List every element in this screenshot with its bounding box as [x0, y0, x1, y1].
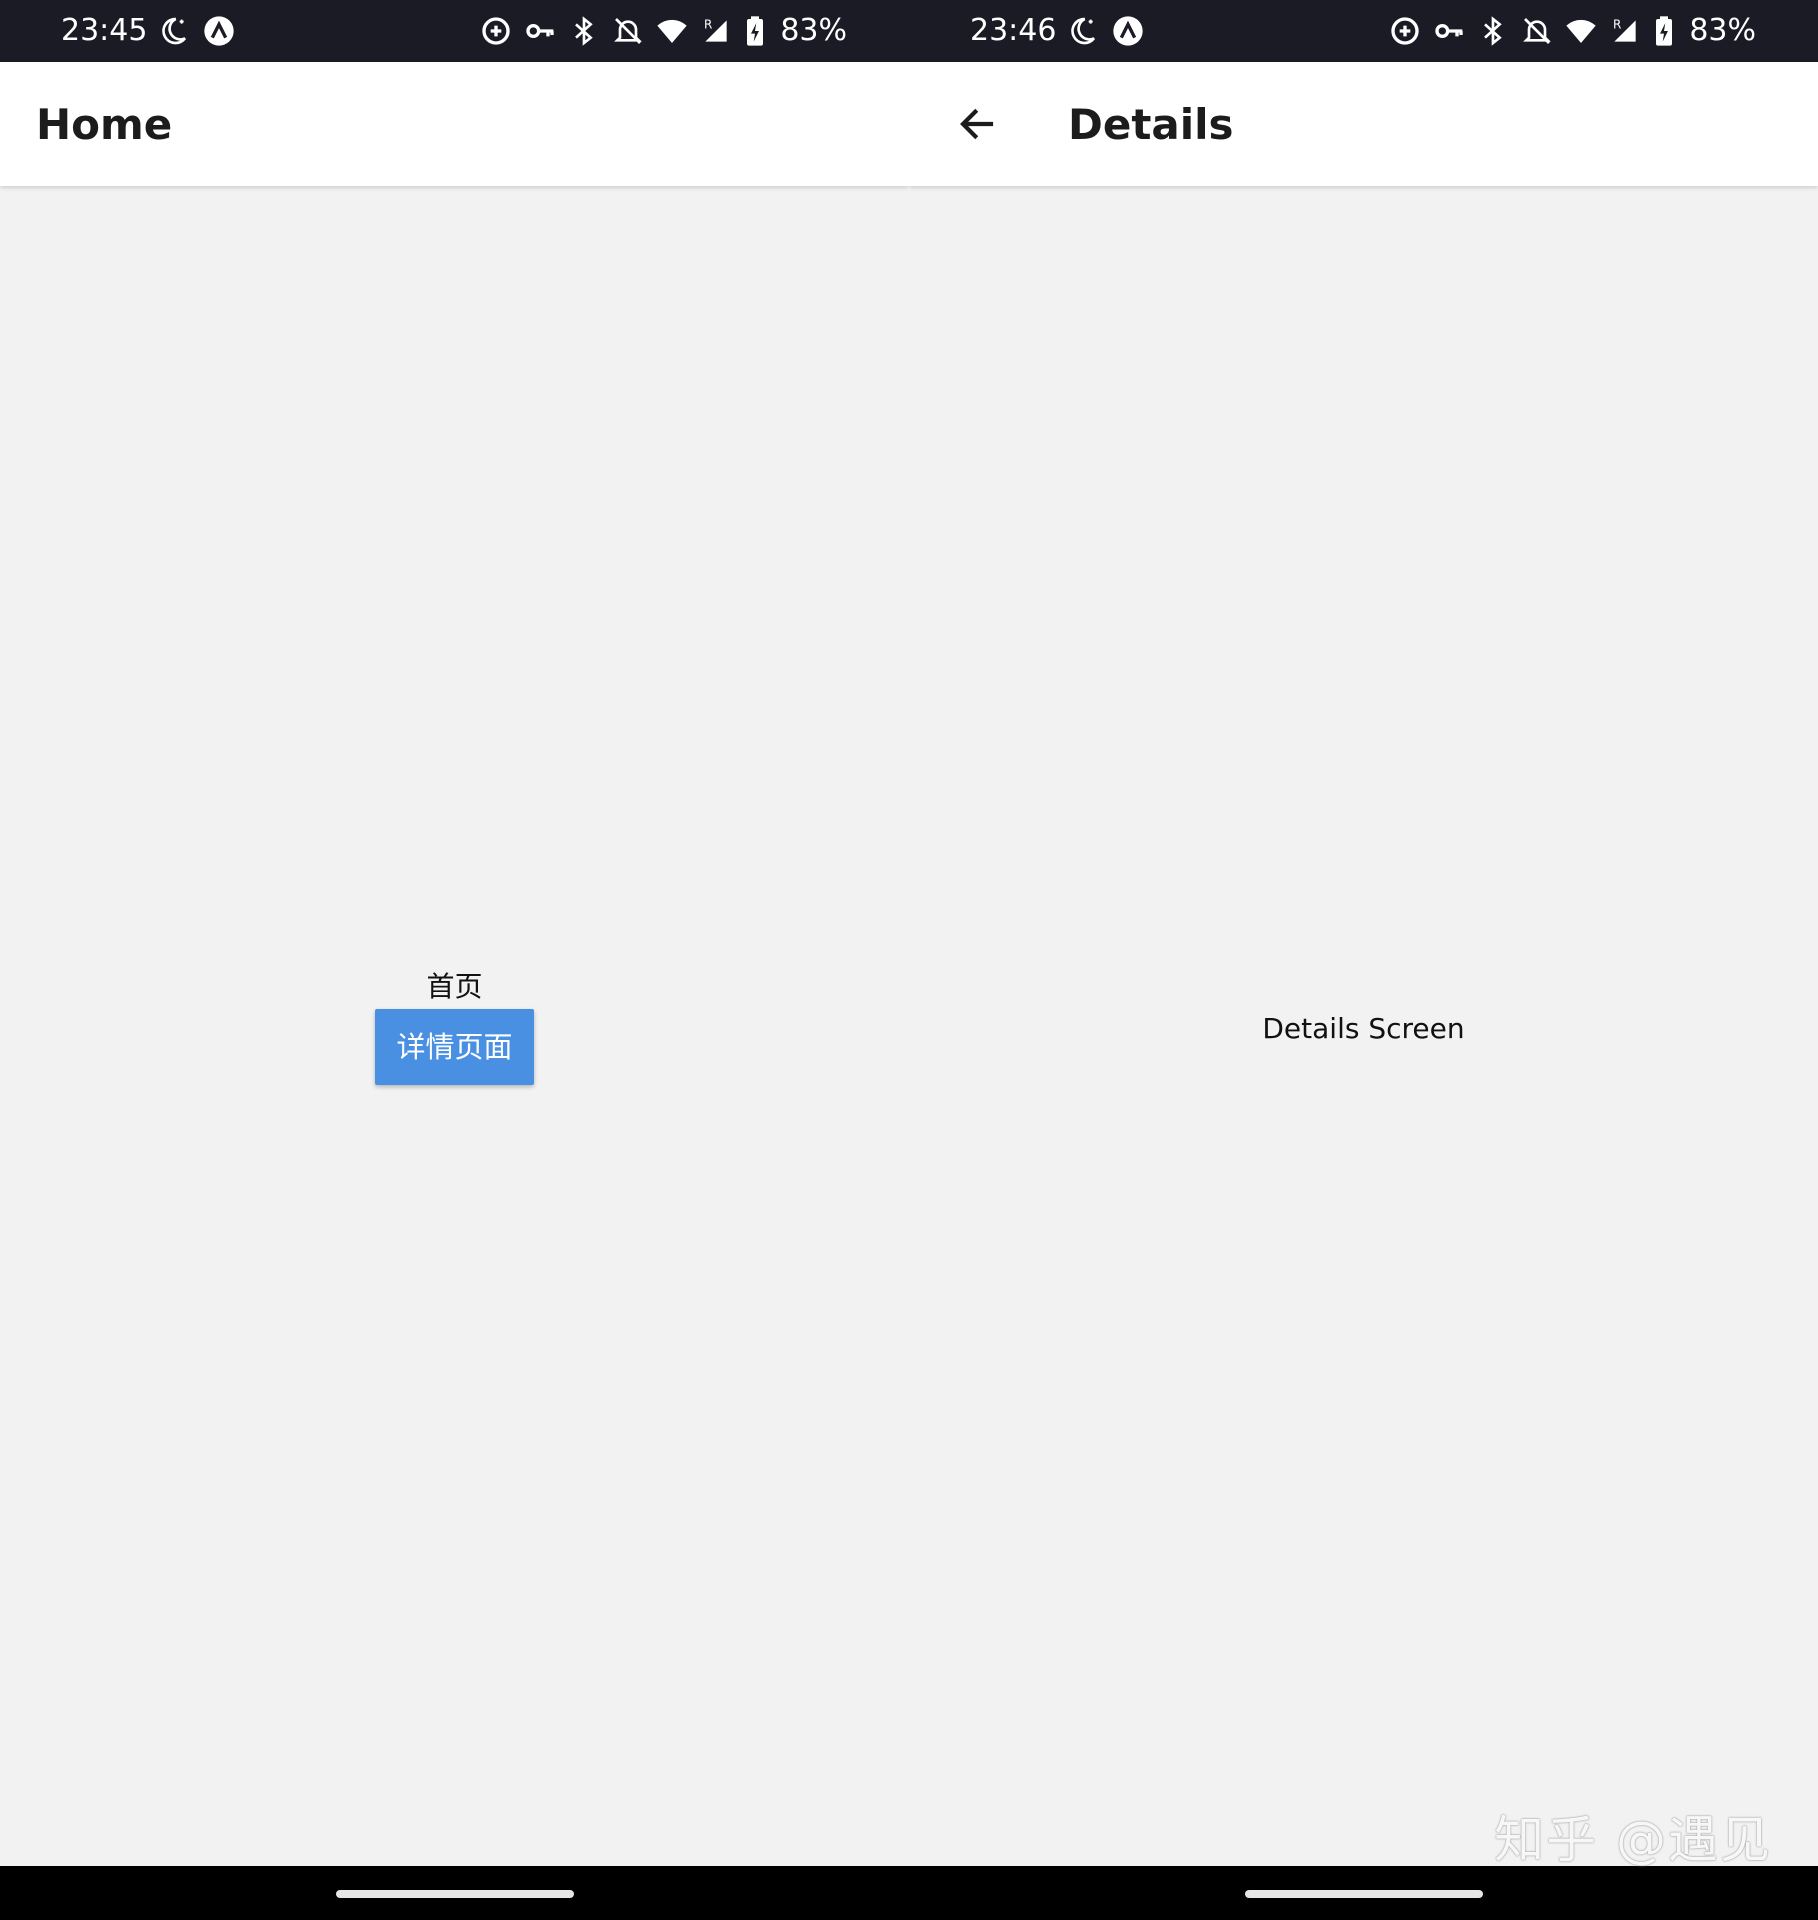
battery-charging-icon	[1653, 15, 1675, 47]
status-right-icons: R 83%	[1389, 12, 1756, 50]
home-content: 首页 详情页面	[0, 186, 909, 1866]
do-not-disturb-moon-icon	[157, 15, 189, 47]
data-saver-icon	[480, 15, 512, 47]
watermark: 知乎 @遇见	[1494, 1811, 1772, 1869]
home-screen: 23:45 R 83% Home 首页 详情页面	[0, 0, 909, 1920]
page-title: Home	[36, 100, 173, 149]
arrow-back-icon	[956, 103, 998, 149]
home-gesture-handle[interactable]	[336, 1890, 574, 1898]
vpn-key-icon	[1433, 15, 1465, 47]
details-page-button[interactable]: 详情页面	[375, 1009, 534, 1085]
app-notification-icon	[203, 15, 235, 47]
home-gesture-handle[interactable]	[1245, 1890, 1483, 1898]
bluetooth-icon	[568, 15, 600, 47]
navigation-bar	[909, 1866, 1818, 1920]
details-content: Details Screen	[909, 186, 1818, 1866]
cellular-roaming-icon: R	[700, 15, 732, 47]
status-time: 23:45	[61, 13, 148, 48]
status-bar: 23:46 R 83%	[909, 0, 1818, 62]
navigation-bar	[0, 1866, 909, 1920]
details-screen-text: Details Screen	[1262, 1012, 1465, 1045]
screens-container: 23:45 R 83% Home 首页 详情页面 23:46 R 83% Det…	[0, 0, 1818, 1920]
vpn-key-icon	[524, 15, 556, 47]
status-left-icons	[1066, 14, 1144, 48]
status-time: 23:46	[970, 13, 1057, 48]
app-bar: Home	[0, 62, 909, 186]
back-button[interactable]	[949, 98, 1005, 154]
app-notification-icon	[1112, 15, 1144, 47]
bell-off-icon	[1521, 15, 1553, 47]
details-screen: 23:46 R 83% Details Details Screen 知乎 @遇…	[909, 0, 1818, 1920]
cellular-roaming-icon: R	[1609, 15, 1641, 47]
svg-text:R: R	[704, 17, 712, 31]
wifi-icon	[1565, 15, 1597, 47]
page-title: Details	[1068, 100, 1234, 149]
svg-text:R: R	[1613, 17, 1621, 31]
data-saver-icon	[1389, 15, 1421, 47]
home-label: 首页	[426, 970, 483, 1003]
battery-percentage: 83%	[1689, 13, 1756, 48]
bell-off-icon	[612, 15, 644, 47]
do-not-disturb-moon-icon	[1066, 15, 1098, 47]
battery-charging-icon	[744, 15, 766, 47]
bluetooth-icon	[1477, 15, 1509, 47]
status-left-icons	[157, 14, 235, 48]
status-bar: 23:45 R 83%	[0, 0, 909, 62]
app-bar: Details	[909, 62, 1818, 186]
battery-percentage: 83%	[780, 13, 847, 48]
status-right-icons: R 83%	[480, 12, 847, 50]
wifi-icon	[656, 15, 688, 47]
